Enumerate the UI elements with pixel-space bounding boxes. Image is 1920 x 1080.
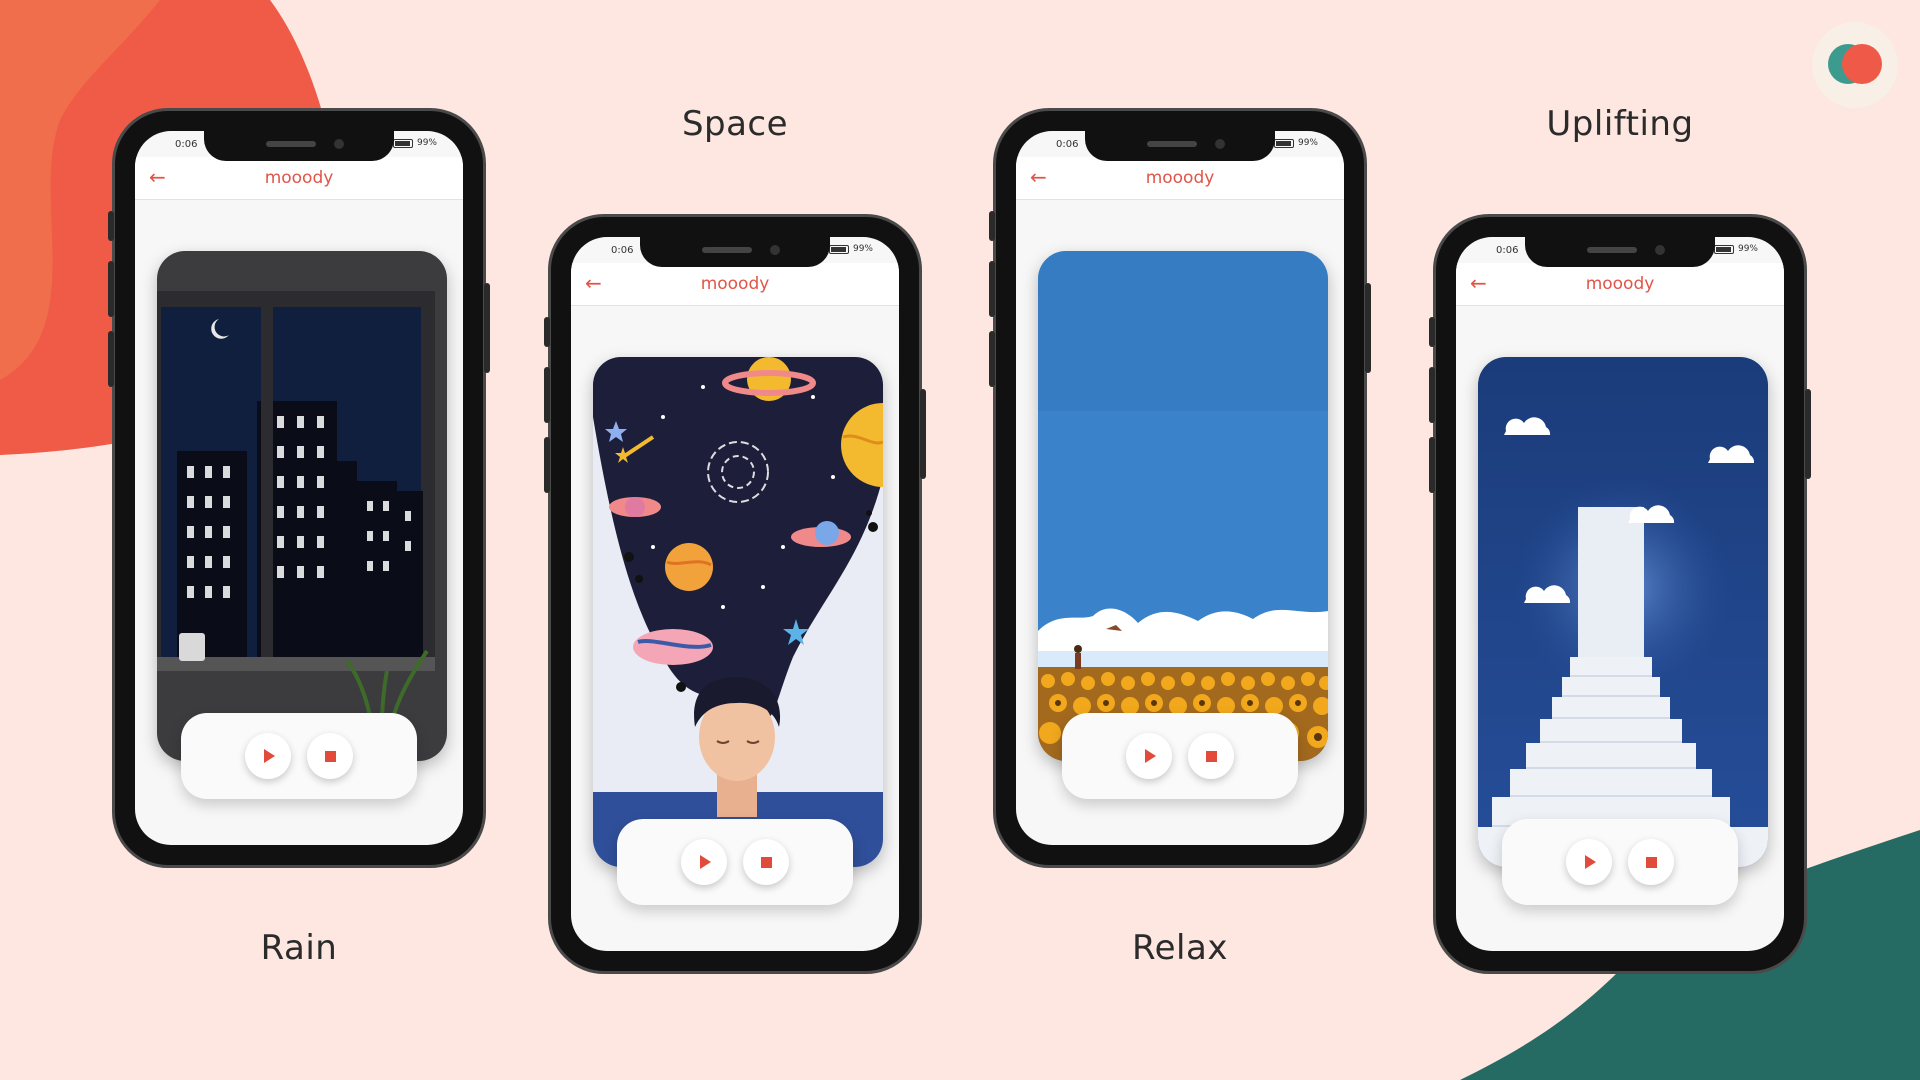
playback-controls xyxy=(1502,819,1738,905)
arrow-left-icon[interactable]: ← xyxy=(1030,165,1047,189)
stop-icon xyxy=(1645,856,1657,868)
app-bar: ← mooody xyxy=(135,157,463,200)
caption-uplifting: Uplifting xyxy=(1546,104,1694,144)
stop-icon xyxy=(760,856,772,868)
status-time: 0:06 xyxy=(1496,245,1519,256)
status-time: 0:06 xyxy=(1056,139,1079,150)
stop-icon xyxy=(324,750,336,762)
battery-level: 99% xyxy=(852,244,873,254)
battery-icon xyxy=(1713,244,1734,254)
play-button[interactable] xyxy=(1566,839,1612,885)
scene-card-uplifting xyxy=(1478,357,1768,867)
scene-card-rain xyxy=(157,251,447,761)
phone-screen: 0:06 99% ← mooody xyxy=(135,131,463,845)
app-bar: ← mooody xyxy=(1016,157,1344,200)
battery-icon xyxy=(828,244,849,254)
status-time: 0:06 xyxy=(175,139,198,150)
stop-button[interactable] xyxy=(1188,733,1234,779)
scene-card-space xyxy=(593,357,883,867)
app-bar: ← mooody xyxy=(1456,263,1784,306)
playback-controls xyxy=(1062,713,1298,799)
phone-screen: 0:06 99% ← mooody xyxy=(1456,237,1784,951)
battery-level: 99% xyxy=(1297,138,1318,148)
play-button[interactable] xyxy=(1126,733,1172,779)
status-time: 0:06 xyxy=(611,245,634,256)
play-button[interactable] xyxy=(681,839,727,885)
battery-icon xyxy=(392,138,413,148)
play-icon xyxy=(264,749,275,763)
play-icon xyxy=(700,855,711,869)
arrow-left-icon[interactable]: ← xyxy=(1470,271,1487,295)
app-title: mooody xyxy=(700,274,770,294)
scene-card-relax xyxy=(1038,251,1328,761)
playback-controls xyxy=(181,713,417,799)
phone-screen: 0:06 99% ← mooody xyxy=(571,237,899,951)
play-button[interactable] xyxy=(245,733,291,779)
phone-space: 0:06 99% ← mooody xyxy=(544,214,926,974)
playback-controls xyxy=(617,819,853,905)
arrow-left-icon[interactable]: ← xyxy=(585,271,602,295)
stop-button[interactable] xyxy=(307,733,353,779)
app-logo xyxy=(1812,22,1898,108)
play-icon xyxy=(1585,855,1596,869)
arrow-left-icon[interactable]: ← xyxy=(149,165,166,189)
stop-icon xyxy=(1205,750,1217,762)
battery-level: 99% xyxy=(416,138,437,148)
stop-button[interactable] xyxy=(1628,839,1674,885)
caption-relax: Relax xyxy=(1132,928,1228,968)
app-title: mooody xyxy=(1145,168,1215,188)
battery-level: 99% xyxy=(1737,244,1758,254)
stop-button[interactable] xyxy=(743,839,789,885)
battery-icon xyxy=(1273,138,1294,148)
phone-uplifting: 0:06 99% ← mooody xyxy=(1429,214,1811,974)
app-title: mooody xyxy=(1585,274,1655,294)
play-icon xyxy=(1145,749,1156,763)
phone-relax: 0:06 99% ← mooody xyxy=(989,108,1371,868)
caption-rain: Rain xyxy=(260,928,338,968)
caption-space: Space xyxy=(681,104,789,144)
phone-screen: 0:06 99% ← mooody xyxy=(1016,131,1344,845)
phone-rain: 0:06 99% ← mooody xyxy=(108,108,490,868)
app-title: mooody xyxy=(264,168,334,188)
app-bar: ← mooody xyxy=(571,263,899,306)
